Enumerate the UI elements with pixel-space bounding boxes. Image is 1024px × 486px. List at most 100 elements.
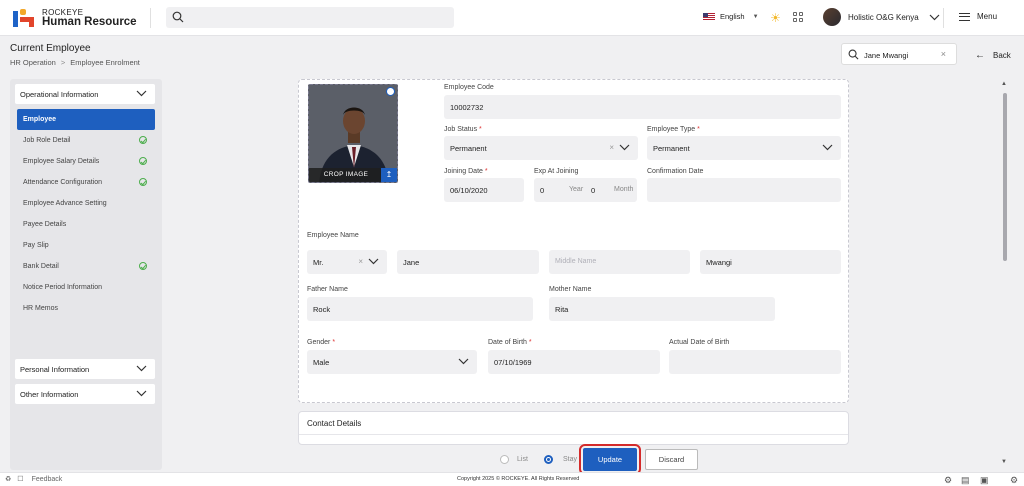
job-status-value: Permanent (450, 144, 487, 153)
gender-select[interactable]: Male (307, 350, 477, 374)
settings-icon[interactable]: ⚙ (944, 475, 952, 486)
breadcrumb-item[interactable]: HR Operation (10, 58, 56, 67)
middle-name-placeholder: Middle Name (555, 258, 597, 265)
edit-photo-icon[interactable] (386, 87, 395, 96)
employee-photo[interactable]: CROP IMAGE ↥ (308, 84, 398, 183)
nav-item-label: Bank Detail (23, 263, 59, 270)
accordion-operational-information[interactable]: Operational Information (15, 84, 155, 104)
nav-item-bank-detail[interactable]: Bank Detail (17, 256, 155, 277)
chevron-down-icon (619, 144, 630, 151)
lightbulb-icon[interactable]: ☀ (770, 11, 781, 25)
nav-item-job-role-detail[interactable]: Job Role Detail (17, 130, 155, 151)
last-name-value: Mwangi (706, 258, 732, 267)
accordion-personal-information[interactable]: Personal Information (15, 359, 155, 379)
clear-icon[interactable]: × (609, 143, 614, 152)
middle-name-field[interactable]: Middle Name (549, 250, 690, 274)
user-profile-menu[interactable]: Holistic O&G Kenya (823, 8, 940, 26)
exp-at-joining-field[interactable]: 0 Year 0 Month (534, 178, 637, 202)
joining-date-label: Joining Date * (444, 168, 488, 175)
employee-search-input[interactable]: Jane Mwangi × (841, 43, 957, 65)
radio-list[interactable] (500, 455, 509, 464)
nav-item-employee-advance-setting[interactable]: Employee Advance Setting (17, 193, 155, 214)
copyright-text: Copyright 2025 © ROCKEYE. All Rights Res… (457, 476, 580, 482)
first-name-field[interactable]: Jane (397, 250, 539, 274)
chevron-down-icon (136, 390, 147, 397)
divider (943, 8, 944, 28)
nav-item-label: Employee Advance Setting (23, 200, 107, 207)
radio-stay[interactable] (544, 455, 553, 464)
gender-label: Gender * (307, 339, 336, 346)
salutation-select[interactable]: Mr. × (307, 250, 387, 274)
chevron-down-icon (822, 144, 833, 151)
hamburger-icon (959, 12, 970, 21)
actual-date-of-birth-field[interactable] (669, 350, 841, 374)
exp-months-value: 0 (591, 186, 596, 195)
section-nav-list: Employee Job Role Detail Employee Salary… (17, 109, 155, 319)
gender-value: Male (313, 358, 330, 367)
apps-grid-icon[interactable] (793, 12, 803, 22)
scroll-up-icon[interactable]: ▲ (1001, 81, 1007, 87)
confirmation-date-field[interactable] (647, 178, 841, 202)
nav-item-label: Employee (23, 116, 57, 123)
nav-item-employee[interactable]: Employee (17, 109, 155, 130)
accordion-label: Personal Information (20, 365, 90, 374)
gear-icon[interactable]: ⚙ (1010, 475, 1018, 486)
employee-type-label: Employee Type * (647, 126, 700, 133)
top-bar: ROCKEYE Human Resource English ▼ ☀ Holis… (0, 0, 1024, 36)
discard-button[interactable]: Discard (645, 449, 698, 470)
clear-icon[interactable]: × (358, 257, 363, 266)
scrollbar-thumb[interactable] (1003, 93, 1007, 261)
nav-item-pay-slip[interactable]: Pay Slip (17, 235, 155, 256)
chevron-down-icon (136, 365, 147, 372)
mother-name-value: Rita (555, 305, 569, 314)
employee-search-value: Jane Mwangi (864, 51, 909, 60)
nav-item-employee-salary-details[interactable]: Employee Salary Details (17, 151, 155, 172)
brand-logo[interactable]: ROCKEYE Human Resource (13, 8, 137, 28)
nav-item-label: Attendance Configuration (23, 179, 102, 186)
global-search-input[interactable] (166, 7, 454, 28)
nav-item-label: Employee Salary Details (23, 158, 100, 165)
display-icon[interactable]: ▣ (980, 475, 989, 486)
check-circle-icon (139, 262, 147, 270)
divider (299, 434, 848, 435)
update-button[interactable]: Update (579, 444, 641, 475)
breadcrumb-item[interactable]: Employee Enrolment (70, 58, 140, 67)
avatar (823, 8, 841, 26)
search-icon (172, 11, 184, 23)
logo-mark-icon (13, 9, 35, 27)
job-status-select[interactable]: Permanent × (444, 136, 638, 160)
accordion-other-information[interactable]: Other Information (15, 384, 155, 404)
arrow-left-icon: ← (975, 50, 985, 61)
upload-icon[interactable]: ↥ (381, 168, 397, 182)
nav-item-label: Job Role Detail (23, 137, 71, 144)
back-button[interactable]: ← Back (975, 50, 1011, 61)
divider (150, 8, 151, 28)
father-name-label: Father Name (307, 286, 348, 293)
scroll-down-icon[interactable]: ▼ (1001, 459, 1007, 465)
nav-item-notice-period-information[interactable]: Notice Period Information (17, 277, 155, 298)
nav-item-attendance-configuration[interactable]: Attendance Configuration (17, 172, 155, 193)
mother-name-field[interactable]: Rita (549, 297, 775, 321)
bookmark-icon: ☐ (17, 476, 24, 483)
employee-name-label: Employee Name (307, 232, 359, 239)
feedback-link[interactable]: ♻ ☐ Feedback (5, 475, 62, 484)
clear-icon[interactable]: × (941, 49, 946, 59)
nav-item-payee-details[interactable]: Payee Details (17, 214, 155, 235)
date-of-birth-field[interactable]: 07/10/1969 (488, 350, 660, 374)
user-name: Holistic O&G Kenya (848, 12, 919, 22)
breadcrumb: HR Operation > Employee Enrolment (10, 58, 140, 67)
father-name-field[interactable]: Rock (307, 297, 533, 321)
nav-item-label: HR Memos (23, 305, 59, 312)
employee-code-value: 10002732 (450, 103, 484, 112)
last-name-field[interactable]: Mwangi (700, 250, 841, 274)
page-scrollbar[interactable]: ▲ ▼ (1000, 79, 1010, 469)
crop-image-button[interactable]: CROP IMAGE (309, 168, 383, 182)
employee-code-field[interactable]: 10002732 (444, 95, 841, 119)
joining-date-field[interactable]: 06/10/2020 (444, 178, 524, 202)
employee-type-select[interactable]: Permanent (647, 136, 841, 160)
main-menu-button[interactable]: Menu (959, 12, 997, 21)
monitor-icon[interactable]: ▤ (961, 475, 970, 486)
accordion-label: Other Information (20, 390, 79, 399)
nav-item-hr-memos[interactable]: HR Memos (17, 298, 155, 319)
language-selector[interactable]: English ▼ (703, 12, 759, 21)
